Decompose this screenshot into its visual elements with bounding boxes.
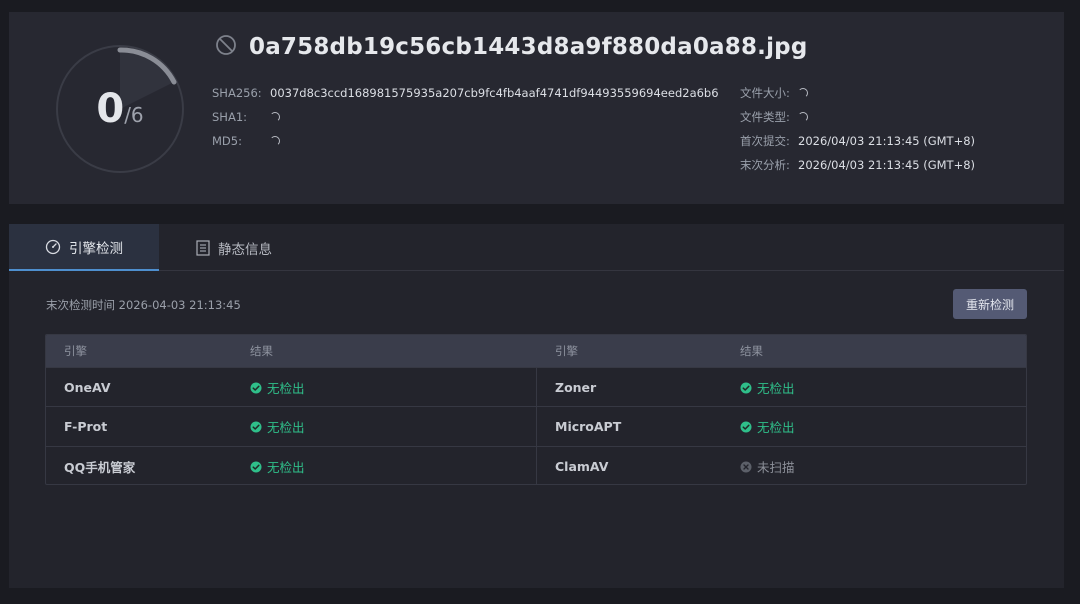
tab-bar: 引擎检测 静态信息 (9, 224, 1064, 271)
file-size-loading-icon (798, 88, 808, 98)
file-summary-card: 0 /6 0a758db19c56cb1443d8a9f880da0a88.jp… (9, 12, 1064, 204)
file-title-row: 0a758db19c56cb1443d8a9f880da0a88.jpg (215, 32, 808, 62)
result-text: 无检出 (267, 420, 305, 435)
engine-name: ClamAV (555, 459, 609, 474)
spinner-icon (215, 34, 237, 60)
file-type-label: 文件类型: (740, 110, 790, 124)
first-submit-row: 首次提交: 2026/04/03 21:13:45 (GMT+8) (740, 133, 975, 149)
sha1-row: SHA1: (212, 109, 280, 125)
check-circle-icon (740, 421, 752, 433)
last-scan-time: 末次检测时间 2026-04-03 21:13:45 (46, 298, 241, 312)
engine-result: 无检出 (250, 407, 305, 446)
tab-engine-detection[interactable]: 引擎检测 (9, 224, 159, 271)
last-analysis-label: 末次分析: (740, 158, 790, 172)
col-engine-left: 引擎 (64, 344, 87, 358)
engine-name: F-Prot (64, 419, 108, 434)
column-divider (536, 367, 537, 484)
result-text: 未扫描 (757, 460, 795, 475)
md5-row: MD5: (212, 133, 280, 149)
sha1-loading-icon (270, 112, 280, 122)
col-result-right: 结果 (740, 344, 763, 358)
first-submit-label: 首次提交: (740, 134, 790, 148)
file-type-row: 文件类型: (740, 109, 808, 125)
tab-static-label: 静态信息 (218, 241, 272, 258)
engine-name: Zoner (555, 380, 597, 395)
check-circle-icon (250, 421, 262, 433)
col-engine-right: 引擎 (555, 344, 578, 358)
result-text: 无检出 (267, 381, 305, 396)
result-text: 无检出 (757, 381, 795, 396)
file-name: 0a758db19c56cb1443d8a9f880da0a88.jpg (249, 34, 808, 60)
engine-result: 无检出 (250, 447, 305, 484)
check-circle-icon (250, 382, 262, 394)
tab-static-info[interactable]: 静态信息 (159, 224, 309, 271)
sha256-value[interactable]: 0037d8c3ccd168981575935a207cb9fc4fb4aaf4… (270, 86, 719, 100)
first-submit-value: 2026/04/03 21:13:45 (GMT+8) (798, 134, 976, 148)
document-icon (196, 239, 210, 256)
md5-label: MD5: (212, 134, 242, 148)
md5-loading-icon (270, 136, 280, 146)
last-analysis-row: 末次分析: 2026/04/03 21:13:45 (GMT+8) (740, 157, 975, 173)
engine-name: QQ手机管家 (64, 460, 136, 475)
gauge-icon (45, 239, 61, 255)
engine-result: 无检出 (740, 368, 795, 407)
engine-result: 未扫描 (740, 447, 795, 484)
sha256-label: SHA256: (212, 86, 262, 100)
engine-result: 无检出 (740, 407, 795, 446)
tab-engine-label: 引擎检测 (69, 240, 123, 257)
file-size-label: 文件大小: (740, 86, 790, 100)
engine-total: /6 (124, 103, 144, 127)
sha1-label: SHA1: (212, 110, 248, 124)
check-circle-icon (740, 382, 752, 394)
result-text: 无检出 (757, 420, 795, 435)
engine-name: MicroAPT (555, 419, 622, 434)
check-circle-icon (250, 461, 262, 473)
table-header: 引擎 结果 引擎 结果 (46, 335, 1026, 367)
engine-name: OneAV (64, 380, 111, 395)
detection-count: 0 (96, 86, 125, 132)
detection-score-ring: 0 /6 (53, 42, 187, 176)
result-text: 无检出 (267, 460, 305, 475)
detection-panel: 引擎检测 静态信息 末次检测时间 2026-04-03 21:13:45 重新检… (9, 224, 1064, 588)
rescan-button[interactable]: 重新检测 (953, 289, 1027, 319)
sha256-row: SHA256: 0037d8c3ccd168981575935a207cb9fc… (212, 85, 719, 101)
engine-results-table: 引擎 结果 引擎 结果 OneAV 无检出 Zoner 无检出 F-Prot 无检出 Mic… (45, 334, 1027, 485)
engine-result: 无检出 (250, 368, 305, 407)
file-size-row: 文件大小: (740, 85, 808, 101)
col-result-left: 结果 (250, 344, 273, 358)
last-analysis-value: 2026/04/03 21:13:45 (GMT+8) (798, 158, 976, 172)
file-type-loading-icon (798, 112, 808, 122)
x-circle-icon (740, 461, 752, 473)
